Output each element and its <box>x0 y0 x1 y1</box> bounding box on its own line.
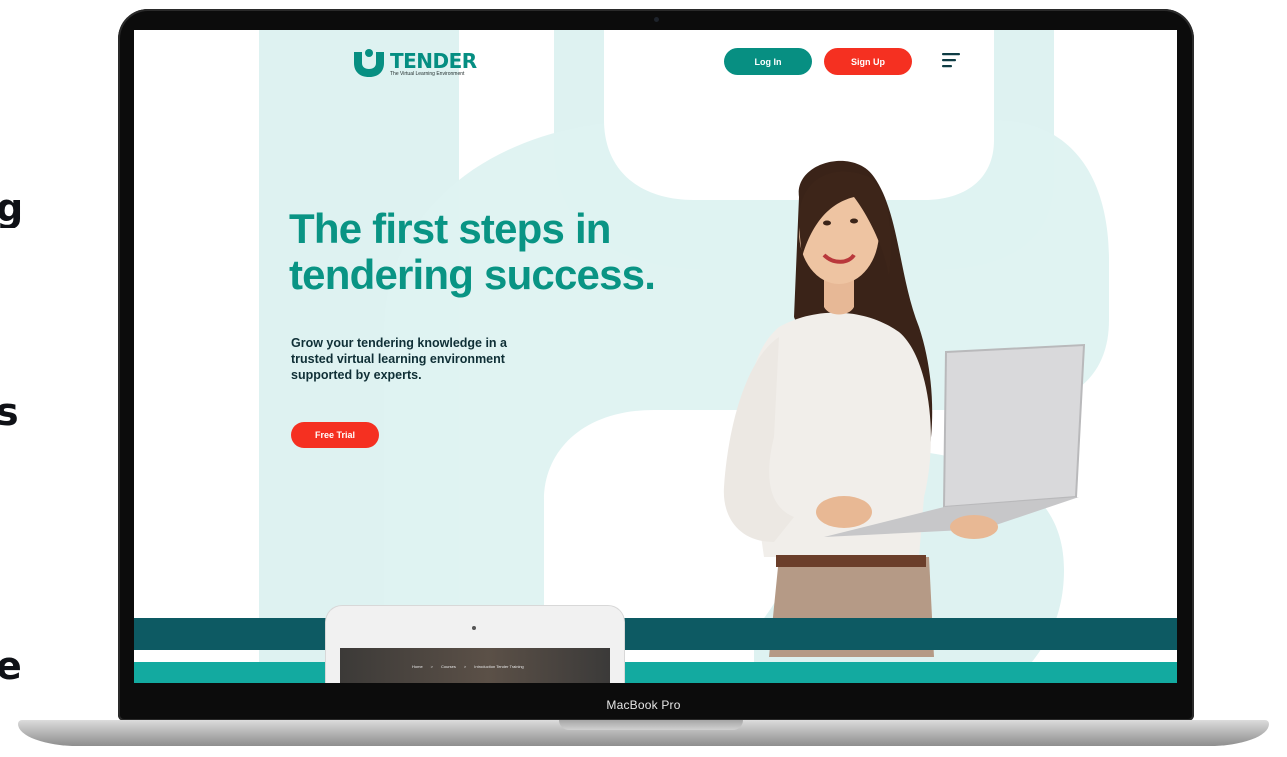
tender-logo-icon <box>354 49 384 77</box>
tablet-screen: Home > Courses > Introduction Tender Tra… <box>340 648 610 683</box>
tablet-camera <box>472 626 476 630</box>
woman-with-laptop-photo <box>723 160 1086 657</box>
breadcrumb-separator: > <box>430 664 434 669</box>
hamburger-menu-icon[interactable] <box>942 53 962 69</box>
logo-wordmark: TENDER <box>390 49 477 73</box>
breadcrumb-item[interactable]: Courses <box>441 664 456 669</box>
cropped-heading-letter: s <box>0 392 19 432</box>
breadcrumb: Home > Courses > Introduction Tender Tra… <box>412 664 524 669</box>
breadcrumb-separator: > <box>463 664 467 669</box>
laptop-notch <box>559 720 743 730</box>
tablet-preview: Home > Courses > Introduction Tender Tra… <box>326 606 624 683</box>
section-band-dark <box>134 618 1177 650</box>
logo-tagline: The Virtual Learning Environment <box>390 71 465 77</box>
laptop-screen: TENDER The Virtual Learning Environment … <box>134 30 1177 683</box>
login-button[interactable]: Log In <box>724 48 812 75</box>
signup-button[interactable]: Sign Up <box>824 48 912 75</box>
free-trial-button[interactable]: Free Trial <box>291 422 379 448</box>
hero-subtitle: Grow your tendering knowledge in a trust… <box>291 336 507 382</box>
laptop-model-label: MacBook Pro <box>606 698 681 712</box>
hero-title: The first steps in tendering success. <box>289 205 656 298</box>
cropped-heading-letter: g <box>0 188 24 228</box>
section-band-teal <box>134 662 1177 683</box>
laptop-camera <box>654 17 659 22</box>
brand-logo[interactable]: TENDER The Virtual Learning Environment <box>352 47 477 82</box>
breadcrumb-item[interactable]: Introduction Tender Training <box>474 664 524 669</box>
breadcrumb-item[interactable]: Home <box>412 664 423 669</box>
cropped-heading-letter: e <box>0 646 22 686</box>
